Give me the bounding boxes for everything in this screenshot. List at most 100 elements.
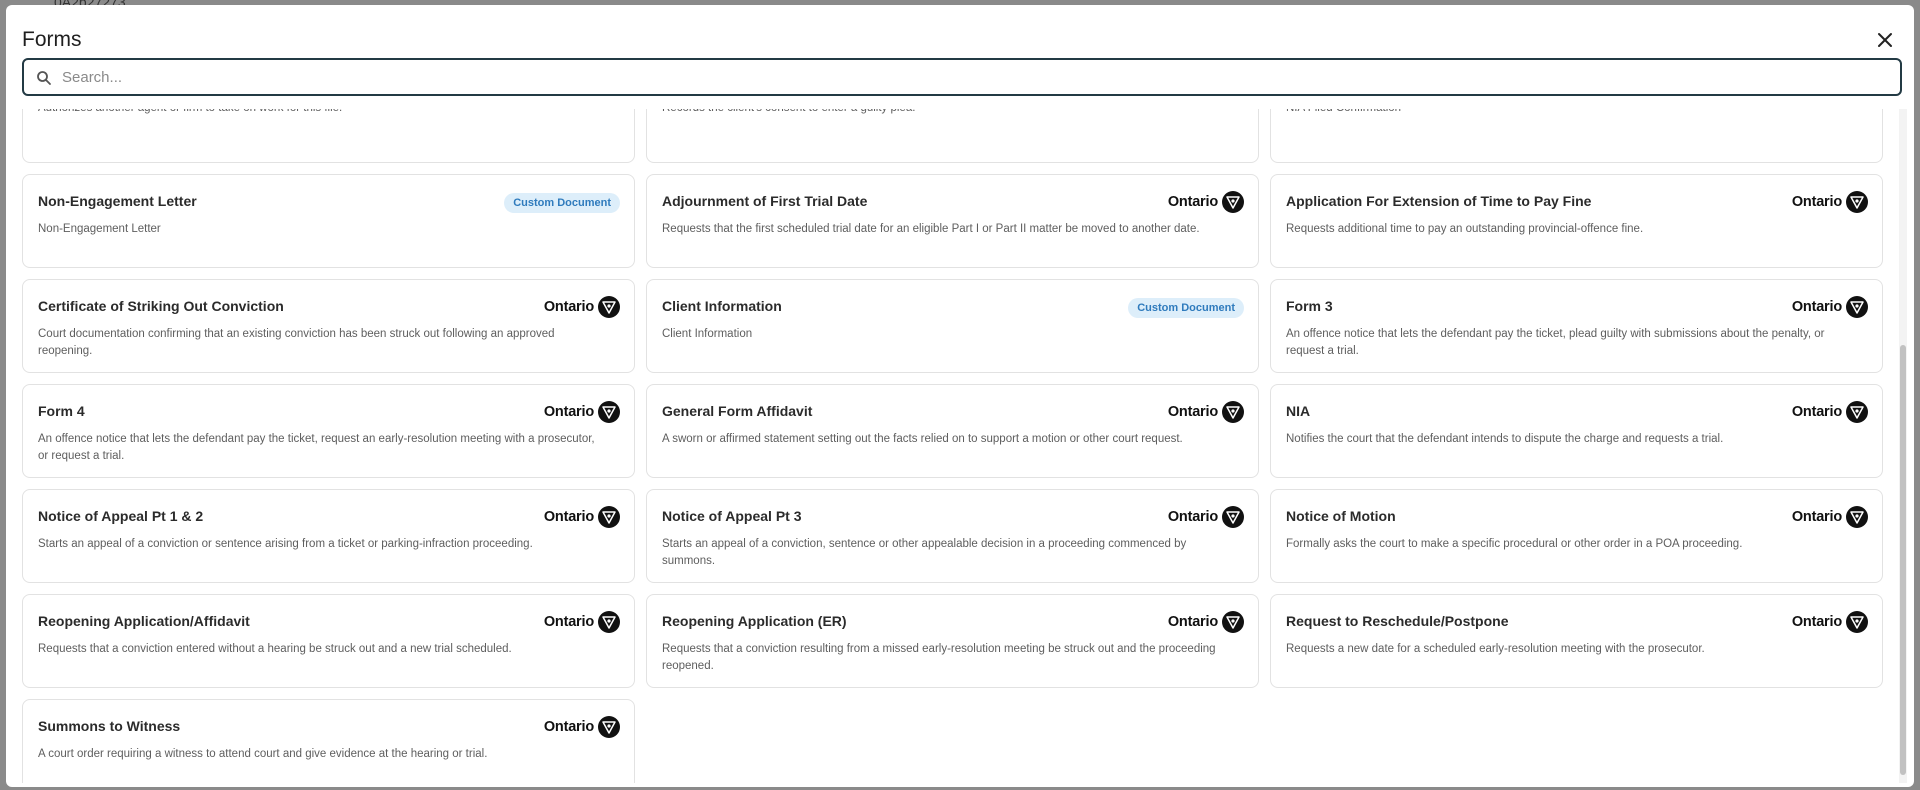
ontario-wordmark: Ontario	[543, 404, 594, 420]
ontario-wordmark: Ontario	[1167, 509, 1218, 525]
form-card[interactable]: Request to Reschedule/Postpone Requests …	[1270, 594, 1883, 688]
forms-list[interactable]: Authorizes another agent or firm to take…	[22, 109, 1898, 783]
form-card-title: Request to Reschedule/Postpone	[1286, 613, 1509, 629]
search-box[interactable]	[22, 58, 1902, 96]
form-card-title: General Form Affidavit	[662, 403, 813, 419]
ontario-logo: Ontario	[1168, 506, 1244, 528]
trillium-icon	[1222, 506, 1244, 528]
form-card-description: Authorizes another agent or firm to take…	[38, 109, 598, 117]
scrollbar-thumb[interactable]	[1900, 345, 1906, 775]
form-card[interactable]: Summons to Witness A court order requiri…	[22, 699, 635, 783]
trillium-icon	[1222, 611, 1244, 633]
ontario-wordmark: Ontario	[1791, 614, 1842, 630]
form-card-title: Form 4	[38, 403, 85, 419]
search-input[interactable]	[62, 60, 1890, 94]
ontario-wordmark: Ontario	[543, 509, 594, 525]
ontario-logo: Ontario	[544, 716, 620, 738]
form-card-description: A sworn or affirmed statement setting ou…	[662, 433, 1183, 445]
ontario-logo: Ontario	[1168, 611, 1244, 633]
ontario-wordmark: Ontario	[543, 614, 594, 630]
form-card-description: Requests that the first scheduled trial …	[662, 223, 1200, 235]
modal-header: Forms	[22, 23, 1898, 55]
ontario-wordmark: Ontario	[1791, 299, 1842, 315]
form-card-title: Notice of Appeal Pt 3	[662, 508, 802, 524]
ontario-logo: Ontario	[544, 506, 620, 528]
forms-grid: Authorizes another agent or firm to take…	[22, 109, 1883, 783]
form-card-description: Records the client's consent to enter a …	[662, 109, 1222, 117]
scrollbar[interactable]	[1899, 109, 1907, 783]
ontario-logo: Ontario	[1168, 191, 1244, 213]
ontario-wordmark: Ontario	[543, 719, 594, 735]
form-card-title: Application For Extension of Time to Pay…	[1286, 193, 1592, 209]
ontario-logo: Ontario	[1792, 506, 1868, 528]
form-card[interactable]: Adjournment of First Trial Date Requests…	[646, 174, 1259, 268]
form-card[interactable]: Notice of Appeal Pt 3 Starts an appeal o…	[646, 489, 1259, 583]
form-card[interactable]: Records the client's consent to enter a …	[646, 109, 1259, 163]
form-card[interactable]: Non-Engagement Letter Non-Engagement Let…	[22, 174, 635, 268]
form-card[interactable]: Reopening Application (ER) Requests that…	[646, 594, 1259, 688]
ontario-wordmark: Ontario	[1167, 614, 1218, 630]
trillium-icon	[598, 611, 620, 633]
trillium-icon	[598, 506, 620, 528]
form-card[interactable]: Client Information Client Information Cu…	[646, 279, 1259, 373]
forms-modal: Forms Authorizes another agent or firm t…	[6, 5, 1914, 787]
form-card[interactable]: Form 3 An offence notice that lets the d…	[1270, 279, 1883, 373]
form-card-description: A court order requiring a witness to att…	[38, 748, 488, 760]
form-card-description: Starts an appeal of a conviction, senten…	[662, 538, 1187, 567]
modal-title: Forms	[22, 28, 82, 51]
form-card-title: Certificate of Striking Out Conviction	[38, 298, 284, 314]
close-button[interactable]	[1872, 27, 1898, 53]
form-card[interactable]: Reopening Application/Affidavit Requests…	[22, 594, 635, 688]
close-icon	[1878, 33, 1892, 47]
ontario-logo: Ontario	[1792, 401, 1868, 423]
form-card-description: Starts an appeal of a conviction or sent…	[38, 538, 533, 550]
form-card[interactable]: Notice of Motion Formally asks the court…	[1270, 489, 1883, 583]
ontario-wordmark: Ontario	[543, 299, 594, 315]
form-card[interactable]: Form 4 An offence notice that lets the d…	[22, 384, 635, 478]
ontario-wordmark: Ontario	[1167, 194, 1218, 210]
trillium-icon	[598, 296, 620, 318]
form-card-description: An offence notice that lets the defendan…	[1286, 328, 1825, 357]
form-card-description: NIA Filed Confirmation	[1286, 109, 1846, 117]
search-icon	[37, 71, 51, 85]
form-card-title: Reopening Application (ER)	[662, 613, 847, 629]
form-card[interactable]: Notice of Appeal Pt 1 & 2 Starts an appe…	[22, 489, 635, 583]
form-card-description: Client Information	[662, 328, 753, 340]
form-card[interactable]: Authorizes another agent or firm to take…	[22, 109, 635, 163]
trillium-icon	[1846, 611, 1868, 633]
ontario-logo: Ontario	[544, 401, 620, 423]
ontario-logo: Ontario	[1792, 191, 1868, 213]
form-card-description: Non-Engagement Letter	[38, 223, 161, 235]
trillium-icon	[1846, 506, 1868, 528]
trillium-icon	[1846, 401, 1868, 423]
ontario-logo: Ontario	[1792, 611, 1868, 633]
trillium-icon	[1846, 191, 1868, 213]
form-card-title: Adjournment of First Trial Date	[662, 193, 868, 209]
ontario-wordmark: Ontario	[1167, 404, 1218, 420]
form-card-description: Court documentation confirming that an e…	[38, 328, 555, 357]
form-card-title: Form 3	[1286, 298, 1333, 314]
ontario-logo: Ontario	[1168, 401, 1244, 423]
ontario-wordmark: Ontario	[1791, 404, 1842, 420]
form-card-description: An offence notice that lets the defendan…	[38, 433, 595, 462]
form-card-description: Requests additional time to pay an outst…	[1286, 223, 1644, 235]
form-card-title: Notice of Motion	[1286, 508, 1396, 524]
trillium-icon	[1846, 296, 1868, 318]
form-card-description: Formally asks the court to make a specif…	[1286, 538, 1743, 550]
custom-document-badge: Custom Document	[504, 193, 620, 213]
ontario-logo: Ontario	[544, 611, 620, 633]
form-card[interactable]: NIA Notifies the court that the defendan…	[1270, 384, 1883, 478]
form-card-title: NIA	[1286, 403, 1311, 419]
form-card-title: Summons to Witness	[38, 718, 181, 734]
form-card[interactable]: Application For Extension of Time to Pay…	[1270, 174, 1883, 268]
ontario-logo: Ontario	[1792, 296, 1868, 318]
form-card-title: Notice of Appeal Pt 1 & 2	[38, 508, 204, 524]
form-card[interactable]: General Form Affidavit A sworn or affirm…	[646, 384, 1259, 478]
trillium-icon	[1222, 401, 1244, 423]
trillium-icon	[598, 716, 620, 738]
ontario-wordmark: Ontario	[1791, 194, 1842, 210]
custom-document-badge: Custom Document	[1128, 298, 1244, 318]
form-card[interactable]: Certificate of Striking Out Conviction C…	[22, 279, 635, 373]
form-card[interactable]: NIA Filed Confirmation	[1270, 109, 1883, 163]
ontario-wordmark: Ontario	[1791, 509, 1842, 525]
